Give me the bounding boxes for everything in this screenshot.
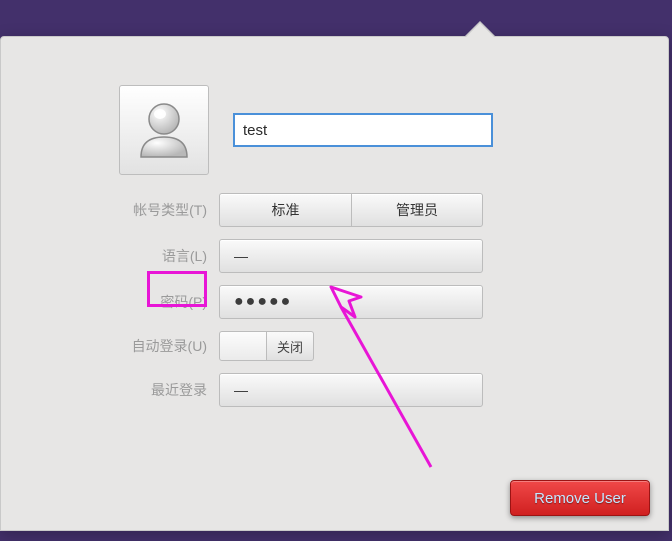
password-dots: ●●●●● — [234, 293, 292, 311]
auto-login-label: 自动登录(U) — [31, 336, 219, 356]
password-field[interactable]: ●●●●● — [219, 285, 483, 319]
remove-user-button[interactable]: Remove User — [510, 480, 650, 516]
language-selector[interactable]: — — [219, 239, 483, 273]
auto-login-state: 关闭 — [267, 331, 314, 361]
last-login-value: — — [219, 373, 483, 407]
avatar[interactable] — [119, 85, 209, 175]
account-type-standard[interactable]: 标准 — [219, 193, 351, 227]
user-settings-popover: 帐号类型(T) 标准 管理员 语言(L) — 密码(P) ●●●●● 自动登录( — [0, 36, 669, 531]
auto-login-switch[interactable]: 关闭 — [219, 331, 314, 361]
account-type-admin[interactable]: 管理员 — [351, 193, 483, 227]
password-label: 密码(P) — [31, 292, 219, 312]
last-login-label: 最近登录 — [31, 380, 219, 400]
language-label: 语言(L) — [31, 246, 219, 266]
avatar-icon — [129, 95, 199, 165]
username-input[interactable] — [233, 113, 493, 147]
account-type-label: 帐号类型(T) — [31, 200, 219, 220]
